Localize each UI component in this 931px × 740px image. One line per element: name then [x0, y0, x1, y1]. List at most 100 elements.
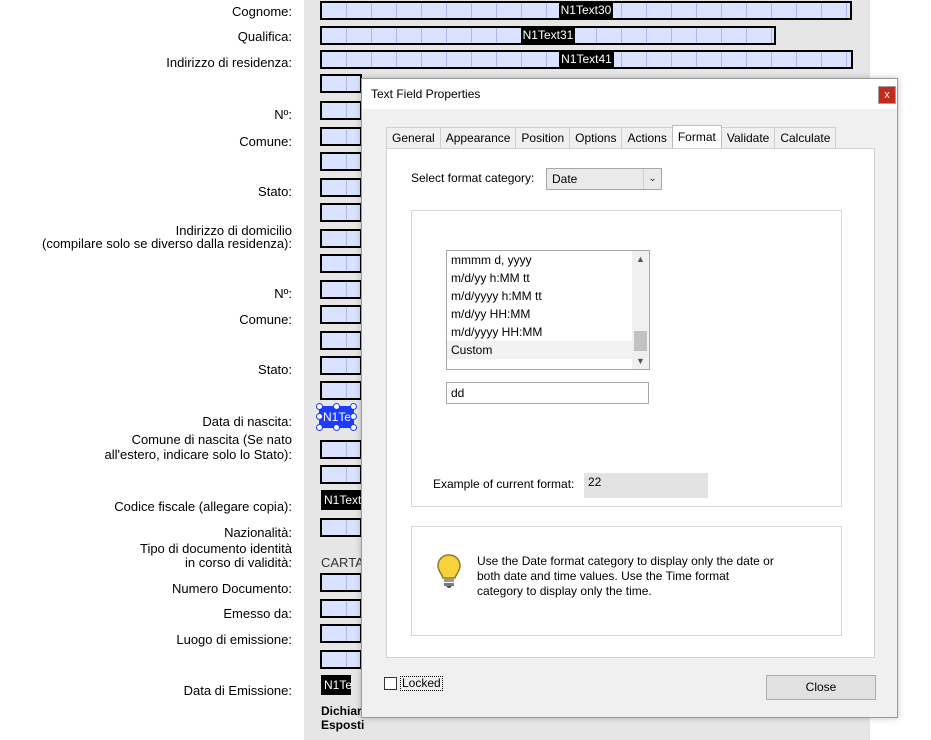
- dialog-title: Text Field Properties: [371, 87, 481, 101]
- label-stato-2: Stato:: [258, 362, 292, 377]
- tab-actions[interactable]: Actions: [621, 127, 673, 148]
- dichiarazione-heading: Dichiar Esposti: [321, 704, 364, 732]
- listbox-scrollbar[interactable]: ▲ ▼: [632, 251, 649, 369]
- label-data-emissione: Data di Emissione:: [183, 683, 292, 698]
- help-text: Use the Date format category to display …: [477, 554, 774, 598]
- lightbulb-icon: [437, 554, 461, 588]
- tab-format[interactable]: Format: [671, 125, 722, 148]
- form-field[interactable]: [320, 127, 362, 146]
- resize-handle[interactable]: [350, 424, 357, 431]
- checkbox-icon[interactable]: [384, 677, 397, 690]
- list-item-selected[interactable]: Custom: [447, 341, 632, 359]
- list-item[interactable]: m/d/yyyy HH:MM: [447, 323, 632, 341]
- label-comune-nascita-2: all'estero, indicare solo lo Stato):: [104, 447, 292, 462]
- close-button-label: Close: [805, 680, 837, 694]
- example-format-value: 22: [584, 473, 708, 498]
- dialog-title-bar[interactable]: Text Field Properties x: [362, 79, 897, 109]
- form-field[interactable]: [320, 203, 362, 222]
- label-nazionalita: Nazionalità:: [224, 525, 292, 540]
- tab-position[interactable]: Position: [515, 127, 571, 148]
- label-comune-1: Comune:: [239, 134, 292, 149]
- tab-appearance[interactable]: Appearance: [439, 127, 517, 148]
- form-field[interactable]: [320, 178, 362, 197]
- label-tipo-doc-1: Tipo di documento identità: [139, 541, 292, 556]
- tab-calculate[interactable]: Calculate: [774, 127, 837, 148]
- label-emesso-da: Emesso da:: [223, 606, 292, 621]
- resize-handle[interactable]: [316, 424, 323, 431]
- resize-handle[interactable]: [333, 424, 340, 431]
- form-field[interactable]: [320, 650, 362, 669]
- form-field[interactable]: [320, 624, 362, 643]
- form-field[interactable]: [320, 356, 362, 375]
- tab-general[interactable]: General: [386, 127, 441, 148]
- label-numero-documento: Numero Documento:: [172, 581, 292, 596]
- form-field[interactable]: [320, 573, 362, 592]
- form-field[interactable]: [320, 440, 362, 459]
- form-field[interactable]: [320, 599, 362, 618]
- resize-handle[interactable]: [333, 403, 340, 410]
- resize-handle[interactable]: [316, 403, 323, 410]
- field-tag: N1Text31: [520, 28, 576, 43]
- close-icon[interactable]: x: [878, 86, 896, 104]
- label-tipo-doc-2: in corso di validità:: [185, 555, 292, 570]
- form-field[interactable]: [320, 381, 362, 400]
- form-field[interactable]: [320, 152, 362, 171]
- list-item[interactable]: mmmm d, yyyy: [447, 251, 632, 269]
- form-field[interactable]: [320, 74, 362, 93]
- label-indirizzo-residenza: Indirizzo di residenza:: [166, 55, 292, 70]
- chevron-down-icon: ⌄: [643, 169, 661, 189]
- label-comune-nascita-1: Comune di nascita (Se nato: [131, 432, 292, 447]
- format-tab-panel: Select format category: Date ⌄ mmmm d, y…: [386, 148, 875, 658]
- form-field[interactable]: [320, 305, 362, 324]
- scroll-up-icon[interactable]: ▲: [632, 251, 649, 267]
- form-field[interactable]: [320, 101, 362, 120]
- field-tag: N1Text41: [559, 52, 614, 67]
- format-category-value: Date: [552, 172, 578, 186]
- dichiar-line-1: Dichiar: [321, 704, 362, 718]
- label-cognome: Cognome:: [232, 4, 292, 19]
- field-qualifica[interactable]: N1Text31: [320, 26, 776, 45]
- label-qualifica: Qualifica:: [237, 29, 292, 44]
- label-domicilio-2: (compilare solo se diverso dalla residen…: [41, 236, 292, 251]
- locked-label: Locked: [400, 676, 443, 691]
- format-category-label: Select format category:: [411, 171, 535, 185]
- list-item[interactable]: m/d/yy h:MM tt: [447, 269, 632, 287]
- tab-validate[interactable]: Validate: [720, 127, 776, 148]
- locked-checkbox[interactable]: Locked: [384, 676, 443, 691]
- date-format-listbox[interactable]: mmmm d, yyyy m/d/yy h:MM tt m/d/yyyy h:M…: [446, 250, 650, 370]
- field-indirizzo[interactable]: N1Text41: [320, 50, 853, 69]
- label-codice-fiscale: Codice fiscale (allegare copia):: [114, 499, 292, 514]
- form-field[interactable]: [320, 254, 362, 273]
- resize-handle[interactable]: [316, 413, 323, 420]
- form-field[interactable]: [320, 229, 362, 248]
- date-options-group: mmmm d, yyyy m/d/yy h:MM tt m/d/yyyy h:M…: [411, 210, 842, 507]
- label-data-nascita: Data di nascita:: [202, 414, 292, 429]
- field-tag: N1Text30: [558, 3, 614, 18]
- resize-handle[interactable]: [350, 413, 357, 420]
- label-stato-1: Stato:: [258, 184, 292, 199]
- dichiar-line-2: Esposti: [321, 718, 365, 732]
- close-button[interactable]: Close: [766, 675, 876, 700]
- list-item[interactable]: m/d/yy HH:MM: [447, 305, 632, 323]
- field-data-emissione[interactable]: N1Te: [321, 675, 351, 695]
- label-numero-2: Nº:: [274, 286, 292, 301]
- form-field[interactable]: [320, 331, 362, 350]
- help-group: Use the Date format category to display …: [411, 526, 842, 636]
- label-numero-1: Nº:: [274, 107, 292, 122]
- form-field[interactable]: [320, 465, 362, 484]
- text-field-properties-dialog: Text Field Properties x General Appearan…: [361, 78, 898, 718]
- custom-format-input[interactable]: dd: [446, 382, 649, 404]
- field-codice-fiscale[interactable]: N1Text3: [321, 490, 363, 510]
- scroll-down-icon[interactable]: ▼: [632, 353, 649, 369]
- tab-strip: General Appearance Position Options Acti…: [386, 125, 837, 148]
- field-cognome[interactable]: N1Text30: [320, 1, 852, 20]
- list-item[interactable]: m/d/yyyy h:MM tt: [447, 287, 632, 305]
- resize-handle[interactable]: [350, 403, 357, 410]
- scroll-thumb[interactable]: [634, 331, 647, 351]
- format-category-select[interactable]: Date ⌄: [546, 168, 662, 190]
- form-field[interactable]: [320, 518, 362, 537]
- tab-options[interactable]: Options: [569, 127, 623, 148]
- form-field[interactable]: [320, 280, 362, 299]
- example-format-label: Example of current format:: [433, 477, 575, 491]
- carta-text: CARTA: [321, 555, 364, 570]
